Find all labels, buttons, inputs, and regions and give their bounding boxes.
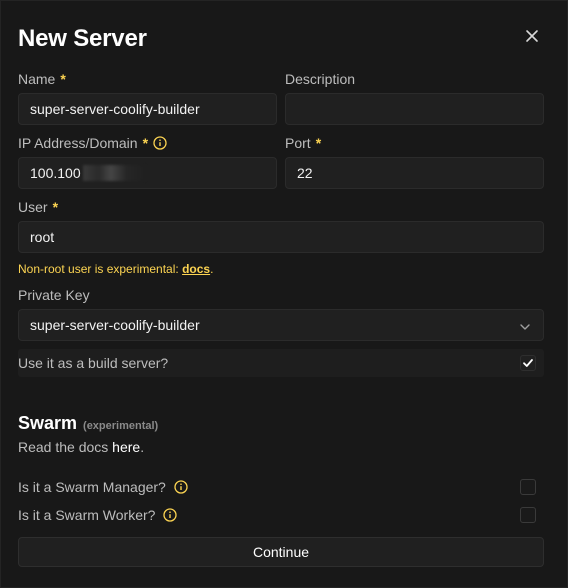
port-input-value: 22 xyxy=(297,165,313,181)
non-root-warning: Non-root user is experimental: docs. xyxy=(18,262,213,276)
chevron-down-icon xyxy=(519,320,531,332)
swarm-docs-link[interactable]: here xyxy=(112,439,140,455)
private-key-label-text: Private Key xyxy=(18,287,90,303)
swarm-worker-label: Is it a Swarm Worker? xyxy=(18,507,156,523)
ip-input[interactable]: 100.100 xyxy=(18,157,277,189)
swarm-manager-checkbox[interactable] xyxy=(520,479,536,495)
private-key-label: Private Key xyxy=(18,287,90,303)
swarm-docs-suffix: . xyxy=(140,439,145,455)
swarm-worker-checkbox[interactable] xyxy=(520,507,536,523)
swarm-manager-label: Is it a Swarm Manager? xyxy=(18,479,166,495)
user-label: User * xyxy=(18,199,58,215)
redacted-region xyxy=(82,165,145,181)
user-input-value: root xyxy=(30,229,55,245)
private-key-select[interactable]: super-server-coolify-builder xyxy=(18,309,544,341)
description-label: Description xyxy=(285,71,355,87)
port-label-text: Port xyxy=(285,135,311,151)
close-icon[interactable] xyxy=(523,27,541,45)
swarm-worker-row: Is it a Swarm Worker? xyxy=(18,507,178,523)
info-icon[interactable] xyxy=(153,136,167,150)
ip-label-text: IP Address/Domain xyxy=(18,135,138,151)
name-label-text: Name xyxy=(18,71,56,87)
port-input[interactable]: 22 xyxy=(285,157,544,189)
warning-text: Non-root user is experimental: xyxy=(18,262,183,276)
build-server-label: Use it as a build server? xyxy=(18,355,169,371)
name-label: Name * xyxy=(18,71,66,87)
new-server-dialog: New Server Name * super-server-coolify-b… xyxy=(0,0,568,588)
user-input[interactable]: root xyxy=(18,221,544,253)
required-mark: * xyxy=(60,71,66,87)
swarm-docs-prefix: Read the docs xyxy=(18,439,113,455)
build-server-row[interactable]: Use it as a build server? xyxy=(18,349,544,377)
ip-input-value: 100.100 xyxy=(30,165,81,181)
info-icon[interactable] xyxy=(163,508,178,522)
required-mark: * xyxy=(142,135,149,151)
build-server-checkbox[interactable] xyxy=(520,355,536,371)
description-label-text: Description xyxy=(285,71,356,87)
required-mark: * xyxy=(52,199,59,215)
swarm-subtitle: (experimental) xyxy=(83,420,159,432)
required-mark: * xyxy=(315,135,322,151)
name-input-value: super-server-coolify-builder xyxy=(30,101,200,117)
description-input[interactable] xyxy=(285,93,544,125)
warning-suffix: . xyxy=(210,262,214,276)
continue-button[interactable]: Continue xyxy=(18,537,544,567)
private-key-selected: super-server-coolify-builder xyxy=(30,317,200,333)
port-label: Port * xyxy=(285,135,321,151)
swarm-docs-line: Read the docs here. xyxy=(18,439,144,455)
swarm-title: Swarm xyxy=(18,413,78,433)
swarm-heading: Swarm (experimental) xyxy=(18,413,158,434)
check-icon xyxy=(523,359,533,367)
info-icon[interactable] xyxy=(174,480,188,494)
user-label-text: User xyxy=(18,199,48,215)
docs-link[interactable]: docs xyxy=(182,262,210,276)
dialog-title: New Server xyxy=(18,25,147,52)
swarm-manager-row: Is it a Swarm Manager? xyxy=(18,479,188,495)
ip-label: IP Address/Domain * xyxy=(18,135,167,151)
name-input[interactable]: super-server-coolify-builder xyxy=(18,93,277,125)
